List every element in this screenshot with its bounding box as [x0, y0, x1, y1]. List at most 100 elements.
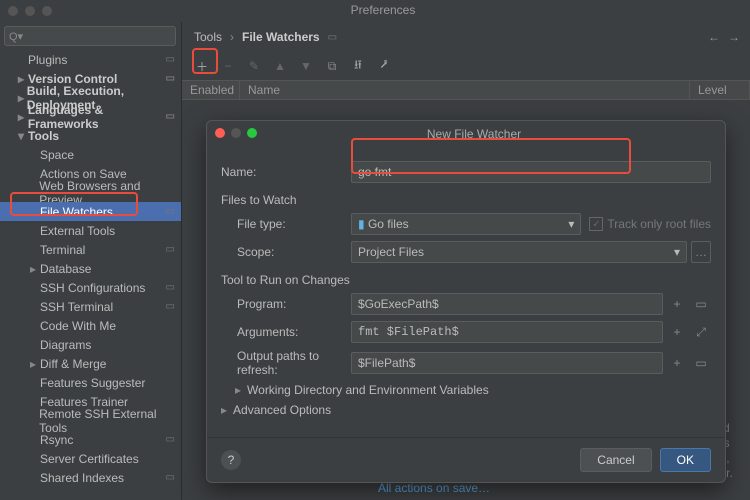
- gear-icon: ▭: [166, 434, 175, 445]
- chevron-down-icon: ▾: [568, 217, 574, 231]
- track-root-checkbox[interactable]: ✓: [589, 217, 603, 231]
- insert-macro-icon[interactable]: +: [667, 352, 687, 374]
- gear-icon: ▭: [166, 111, 175, 122]
- chevron-icon: ▸: [18, 110, 28, 124]
- sidebar-item-label: Tools: [28, 129, 59, 143]
- track-root-label: Track only root files: [607, 217, 711, 231]
- search-icon: Q▾: [9, 30, 23, 43]
- col-enabled: Enabled: [182, 81, 240, 99]
- dialog-title: New File Watcher: [215, 127, 733, 141]
- move-down-icon[interactable]: ▼: [298, 58, 314, 74]
- tool-section: Tool to Run on Changes: [221, 273, 711, 287]
- watcher-table-header: Enabled Name Level: [182, 80, 750, 100]
- breadcrumb: Tools › File Watchers ▭: [182, 22, 750, 52]
- gear-icon: ▭: [166, 73, 175, 84]
- sidebar-item-label: Diagrams: [40, 338, 91, 352]
- insert-macro-icon[interactable]: +: [667, 321, 687, 343]
- sidebar-item-ssh-terminal[interactable]: SSH Terminal ▭: [0, 297, 181, 316]
- sidebar-item-features-suggester[interactable]: Features Suggester: [0, 373, 181, 392]
- nav-forward-icon[interactable]: →: [728, 30, 740, 44]
- sidebar-item-label: Rsync: [40, 433, 73, 447]
- sidebar-item-diagrams[interactable]: Diagrams: [0, 335, 181, 354]
- new-file-watcher-dialog: New File Watcher Name: go fmt Files to W…: [206, 120, 726, 483]
- nav-back-icon[interactable]: ←: [708, 30, 720, 44]
- chevron-icon: ▸: [18, 91, 27, 105]
- project-scope-icon[interactable]: ▭: [328, 32, 337, 43]
- gear-icon: ▭: [166, 244, 175, 255]
- chevron-icon: ▸: [30, 262, 40, 276]
- sidebar-item-label: Server Certificates: [40, 452, 139, 466]
- name-input[interactable]: go fmt: [351, 161, 711, 183]
- expand-icon[interactable]: ⤢: [691, 321, 711, 343]
- sidebar-item-terminal[interactable]: Terminal ▭: [0, 240, 181, 259]
- watcher-toolbar: ＋ − ✎ ▲ ▼ ⧉ ⭿ ⭷: [182, 52, 750, 80]
- sidebar-item-label: Space: [40, 148, 74, 162]
- copy-watcher-button[interactable]: ⧉: [324, 58, 340, 74]
- sidebar-item-label: Database: [40, 262, 91, 276]
- sidebar-item-shared-indexes[interactable]: Shared Indexes ▭: [0, 468, 181, 487]
- sidebar-item-label: SSH Configurations: [40, 281, 145, 295]
- scope-more-button[interactable]: …: [691, 241, 711, 263]
- move-up-icon[interactable]: ▲: [272, 58, 288, 74]
- search-input[interactable]: Q▾: [4, 26, 176, 46]
- filetype-label: File type:: [221, 217, 351, 231]
- arguments-input[interactable]: fmt $FilePath$: [351, 321, 663, 343]
- sidebar-item-file-watchers[interactable]: File Watchers▭: [0, 202, 181, 221]
- files-to-watch-section: Files to Watch: [221, 193, 711, 207]
- chevron-down-icon: ▾: [674, 245, 680, 259]
- help-button[interactable]: ?: [221, 450, 241, 470]
- sidebar-item-code-with-me[interactable]: Code With Me: [0, 316, 181, 335]
- sidebar-item-space[interactable]: Space: [0, 145, 181, 164]
- all-actions-link[interactable]: All actions on save…: [378, 481, 490, 495]
- gear-icon: ▭: [166, 472, 175, 483]
- breadcrumb-root[interactable]: Tools: [194, 30, 222, 44]
- sidebar-item-database[interactable]: ▸Database: [0, 259, 181, 278]
- sidebar-item-label: External Tools: [40, 224, 115, 238]
- sidebar-item-label: SSH Terminal: [40, 300, 113, 314]
- export-watcher-button[interactable]: ⭷: [376, 58, 392, 74]
- sidebar-item-web-browsers-and-preview[interactable]: Web Browsers and Preview: [0, 183, 181, 202]
- sidebar-item-label: Shared Indexes: [40, 471, 124, 485]
- gear-icon: ▭: [166, 301, 175, 312]
- sidebar-item-label: Terminal: [40, 243, 85, 257]
- sidebar-item-ssh-configurations[interactable]: SSH Configurations ▭: [0, 278, 181, 297]
- advanced-expander[interactable]: ▸ Advanced Options: [221, 403, 711, 417]
- sidebar-item-label: Code With Me: [40, 319, 116, 333]
- insert-macro-icon[interactable]: +: [667, 293, 687, 315]
- browse-icon[interactable]: ▭: [691, 352, 711, 374]
- name-label: Name:: [221, 165, 351, 179]
- scope-select[interactable]: Project Files ▾: [351, 241, 687, 263]
- col-level: Level: [690, 81, 750, 99]
- browse-icon[interactable]: ▭: [691, 293, 711, 315]
- sidebar-item-label: Diff & Merge: [40, 357, 106, 371]
- sidebar-item-remote-ssh-external-tools[interactable]: Remote SSH External Tools: [0, 411, 181, 430]
- sidebar-item-rsync[interactable]: Rsync ▭: [0, 430, 181, 449]
- filetype-select[interactable]: ▮ Go files ▾: [351, 213, 581, 235]
- ok-button[interactable]: OK: [660, 448, 711, 472]
- breadcrumb-sep: ›: [230, 30, 234, 44]
- output-label: Output paths to refresh:: [221, 349, 351, 377]
- gear-icon: ▭: [166, 206, 175, 217]
- output-input[interactable]: $FilePath$: [351, 352, 663, 374]
- sidebar-item-tools[interactable]: ▾Tools: [0, 126, 181, 145]
- sidebar-item-external-tools[interactable]: External Tools: [0, 221, 181, 240]
- program-input[interactable]: $GoExecPath$: [351, 293, 663, 315]
- workdir-expander[interactable]: ▸ Working Directory and Environment Vari…: [235, 383, 711, 397]
- col-name: Name: [240, 81, 690, 99]
- cancel-button[interactable]: Cancel: [580, 448, 651, 472]
- settings-tree: Plugins▭▸Version Control▭▸Build, Executi…: [0, 50, 181, 490]
- import-watcher-button[interactable]: ⭿: [350, 58, 366, 74]
- window-title: Preferences: [8, 3, 750, 17]
- sidebar-item-server-certificates[interactable]: Server Certificates: [0, 449, 181, 468]
- sidebar-item-label: Startup Tasks: [40, 490, 112, 491]
- sidebar-item-plugins[interactable]: Plugins▭: [0, 50, 181, 69]
- program-label: Program:: [221, 297, 351, 311]
- triangle-right-icon: ▸: [221, 403, 227, 417]
- add-watcher-button[interactable]: ＋: [194, 58, 210, 74]
- sidebar-item-languages-frameworks[interactable]: ▸Languages & Frameworks▭: [0, 107, 181, 126]
- sidebar-item-startup-tasks[interactable]: Startup Tasks▭: [0, 487, 181, 490]
- gear-icon: ▭: [166, 282, 175, 293]
- edit-watcher-button[interactable]: ✎: [246, 58, 262, 74]
- remove-watcher-button[interactable]: −: [220, 58, 236, 74]
- sidebar-item-diff-merge[interactable]: ▸Diff & Merge: [0, 354, 181, 373]
